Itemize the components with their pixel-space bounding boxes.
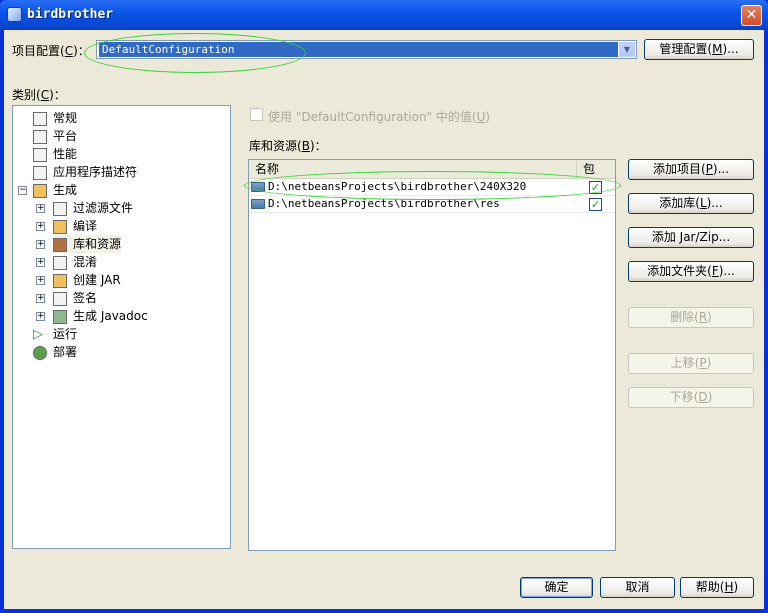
- expand-icon[interactable]: +: [36, 276, 45, 285]
- performance-icon: [33, 147, 47, 162]
- dialog-window: birdbrother ✕ 项目配置(C)： DefaultConfigurat…: [0, 0, 768, 613]
- filter-icon: [53, 201, 67, 216]
- category-label: 类别(C)：: [12, 88, 66, 102]
- tree-item-libraries-resources[interactable]: 库和资源: [53, 235, 122, 253]
- add-jar-button[interactable]: 添加 Jar/Zip...: [628, 227, 754, 248]
- add-folder-button[interactable]: 添加文件夹(F)...: [628, 261, 754, 282]
- move-down-button[interactable]: 下移(D): [628, 387, 754, 408]
- deploy-icon: [33, 345, 47, 360]
- platform-icon: [33, 129, 47, 144]
- category-tree[interactable]: 常规 平台 性能 应用程序描述符 − 生成 + 过滤源文件 + 编译 + 库和资…: [12, 105, 231, 549]
- expand-icon[interactable]: +: [36, 240, 45, 249]
- tree-item-obfuscate[interactable]: 混淆: [53, 253, 97, 271]
- expand-icon[interactable]: +: [36, 222, 45, 231]
- javadoc-icon: [53, 309, 67, 324]
- tree-item-general[interactable]: 常规: [33, 109, 77, 127]
- descriptor-icon: [33, 165, 47, 180]
- tree-item-compile[interactable]: 编译: [53, 217, 97, 235]
- tree-item-filter-sources[interactable]: 过滤源文件: [53, 199, 133, 217]
- tree-item-descriptor[interactable]: 应用程序描述符: [33, 163, 137, 181]
- expand-icon[interactable]: +: [36, 204, 45, 213]
- config-label: 项目配置(C)：: [12, 44, 90, 58]
- collapse-icon[interactable]: −: [18, 186, 27, 195]
- expand-icon[interactable]: +: [36, 258, 45, 267]
- cancel-button[interactable]: 取消: [600, 577, 675, 598]
- tree-item-platform[interactable]: 平台: [33, 127, 77, 145]
- build-icon: [33, 183, 47, 198]
- help-button[interactable]: 帮助(H): [680, 577, 754, 598]
- obfuscate-icon: [53, 255, 67, 270]
- use-default-checkbox[interactable]: [250, 108, 263, 121]
- close-button[interactable]: ✕: [741, 5, 762, 26]
- use-default-label: 使用 "DefaultConfiguration" 中的值(U): [268, 110, 491, 124]
- general-icon: [33, 111, 47, 126]
- ok-button[interactable]: 确定: [520, 577, 593, 598]
- sign-icon: [53, 291, 67, 306]
- play-icon: ▷: [33, 326, 43, 342]
- expand-icon[interactable]: +: [36, 312, 45, 321]
- tree-item-sign[interactable]: 签名: [53, 289, 97, 307]
- move-up-button[interactable]: 上移(P): [628, 353, 754, 374]
- tree-item-create-jar[interactable]: 创建 JAR: [53, 271, 121, 289]
- tree-item-run[interactable]: ▷ 运行: [33, 325, 77, 343]
- expand-icon[interactable]: +: [36, 294, 45, 303]
- remove-button[interactable]: 删除(R): [628, 307, 754, 328]
- tree-item-build[interactable]: 生成: [33, 181, 77, 199]
- chevron-down-icon[interactable]: ▼: [619, 42, 635, 57]
- add-project-button[interactable]: 添加项目(P)...: [628, 159, 754, 180]
- app-icon: [7, 7, 22, 22]
- annotation-ellipse-row: [244, 171, 621, 200]
- column-header-package[interactable]: 包: [577, 160, 615, 178]
- manage-config-button[interactable]: 管理配置(M)...: [644, 39, 754, 60]
- tree-item-performance[interactable]: 性能: [33, 145, 77, 163]
- add-library-button[interactable]: 添加库(L)...: [628, 193, 754, 214]
- libraries-table[interactable]: 名称 包 D:\netbeansProjects\birdbrother\240…: [248, 159, 616, 551]
- title-bar[interactable]: birdbrother ✕: [0, 0, 768, 30]
- window-title: birdbrother: [27, 7, 114, 22]
- package-checkbox[interactable]: ✓: [589, 198, 602, 211]
- tree-item-deploy[interactable]: 部署: [33, 343, 77, 361]
- compile-icon: [53, 219, 67, 234]
- jar-icon: [53, 273, 67, 288]
- tree-item-javadoc[interactable]: 生成 Javadoc: [53, 307, 148, 325]
- folder-icon: [251, 199, 265, 209]
- dialog-content: 项目配置(C)： DefaultConfiguration ▼ 管理配置(M).…: [4, 30, 764, 609]
- libraries-label: 库和资源(B)：: [249, 139, 327, 153]
- books-icon: [53, 237, 67, 252]
- annotation-ellipse-config: [84, 33, 306, 73]
